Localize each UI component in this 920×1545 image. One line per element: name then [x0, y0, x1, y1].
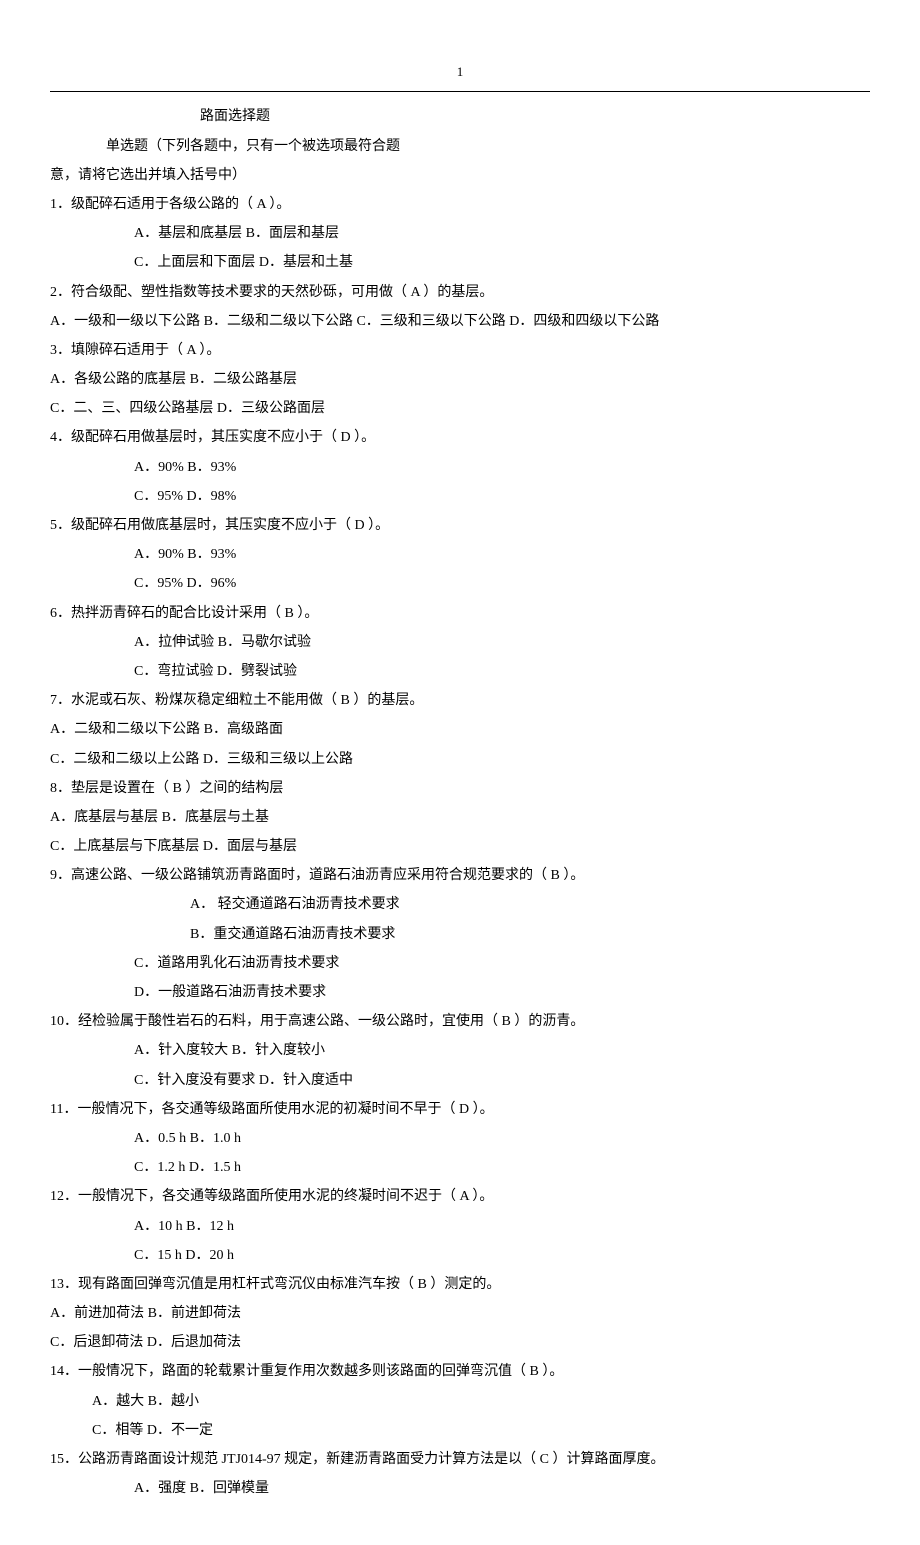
question-10-options-2: C．针入度没有要求 D．针入度适中 — [50, 1068, 870, 1093]
question-9-options-1: A． 轻交通道路石油沥青技术要求 — [50, 892, 870, 917]
question-7-options-2: C．二级和二级以上公路 D．三级和三级以上公路 — [50, 747, 870, 772]
question-5-options-2: C．95% D．96% — [50, 571, 870, 596]
question-14-options-2: C．相等 D．不一定 — [50, 1418, 870, 1443]
question-14-options-1: A．越大 B．越小 — [50, 1389, 870, 1414]
question-4-options-1: A．90% B．93% — [50, 455, 870, 480]
question-14: 14．一般情况下，路面的轮载累计重复作用次数越多则该路面的回弹弯沉值（ B ）。 — [50, 1359, 870, 1384]
question-8: 8．垫层是设置在（ B ）之间的结构层 — [50, 776, 870, 801]
question-12-options-2: C．15 h D．20 h — [50, 1243, 870, 1268]
question-9-options-3: C．道路用乳化石油沥青技术要求 — [50, 951, 870, 976]
question-9-options-4: D．一般道路石油沥青技术要求 — [50, 980, 870, 1005]
question-13: 13．现有路面回弹弯沉值是用杠杆式弯沉仪由标准汽车按（ B ）测定的。 — [50, 1272, 870, 1297]
question-6-options-1: A．拉伸试验 B．马歇尔试验 — [50, 630, 870, 655]
question-2: 2．符合级配、塑性指数等技术要求的天然砂砾，可用做（ A ）的基层。 — [50, 280, 870, 305]
question-9-options-2: B．重交通道路石油沥青技术要求 — [50, 922, 870, 947]
question-8-options-1: A．底基层与基层 B．底基层与土基 — [50, 805, 870, 830]
question-7: 7．水泥或石灰、粉煤灰稳定细粒土不能用做（ B ）的基层。 — [50, 688, 870, 713]
question-8-options-2: C．上底基层与下底基层 D．面层与基层 — [50, 834, 870, 859]
question-4: 4．级配碎石用做基层时，其压实度不应小于（ D ）。 — [50, 425, 870, 450]
question-1-options-2: C．上面层和下面层 D．基层和土基 — [50, 250, 870, 275]
question-3-options-2: C．二、三、四级公路基层 D．三级公路面层 — [50, 396, 870, 421]
question-13-options-1: A．前进加荷法 B．前进卸荷法 — [50, 1301, 870, 1326]
question-9: 9．高速公路、一级公路铺筑沥青路面时，道路石油沥青应采用符合规范要求的（ B ）… — [50, 863, 870, 888]
question-11: 11．一般情况下，各交通等级路面所使用水泥的初凝时间不早于（ D ）。 — [50, 1097, 870, 1122]
question-13-options-2: C．后退卸荷法 D．后退加荷法 — [50, 1330, 870, 1355]
question-15-options-1: A．强度 B．回弹模量 — [50, 1476, 870, 1501]
instruction-line1: 单选题（下列各题中，只有一个被选项最符合题 — [50, 134, 870, 159]
question-2-options: A．一级和一级以下公路 B．二级和二级以下公路 C．三级和三级以下公路 D．四级… — [50, 309, 870, 334]
question-5-options-1: A．90% B．93% — [50, 542, 870, 567]
instruction-line2: 意，请将它选出并填入括号中） — [50, 163, 870, 188]
question-4-options-2: C．95% D．98% — [50, 484, 870, 509]
page-number: 1 — [50, 60, 870, 83]
question-5: 5．级配碎石用做底基层时，其压实度不应小于（ D ）。 — [50, 513, 870, 538]
document-title: 路面选择题 — [50, 104, 870, 129]
question-3-options-1: A．各级公路的底基层 B．二级公路基层 — [50, 367, 870, 392]
question-12-options-1: A．10 h B．12 h — [50, 1214, 870, 1239]
question-7-options-1: A．二级和二级以下公路 B．高级路面 — [50, 717, 870, 742]
question-6: 6．热拌沥青碎石的配合比设计采用（ B ）。 — [50, 601, 870, 626]
question-1-options-1: A．基层和底基层 B．面层和基层 — [50, 221, 870, 246]
question-12: 12．一般情况下，各交通等级路面所使用水泥的终凝时间不迟于（ A ）。 — [50, 1184, 870, 1209]
question-6-options-2: C．弯拉试验 D．劈裂试验 — [50, 659, 870, 684]
horizontal-rule — [50, 91, 870, 92]
question-11-options-2: C．1.2 h D．1.5 h — [50, 1155, 870, 1180]
question-15: 15．公路沥青路面设计规范 JTJ014-97 规定，新建沥青路面受力计算方法是… — [50, 1447, 870, 1472]
question-10: 10．经检验属于酸性岩石的石料，用于高速公路、一级公路时，宜使用（ B ）的沥青… — [50, 1009, 870, 1034]
question-11-options-1: A．0.5 h B．1.0 h — [50, 1126, 870, 1151]
question-1: 1．级配碎石适用于各级公路的（ A ）。 — [50, 192, 870, 217]
question-3: 3．填隙碎石适用于（ A ）。 — [50, 338, 870, 363]
question-10-options-1: A．针入度较大 B．针入度较小 — [50, 1038, 870, 1063]
